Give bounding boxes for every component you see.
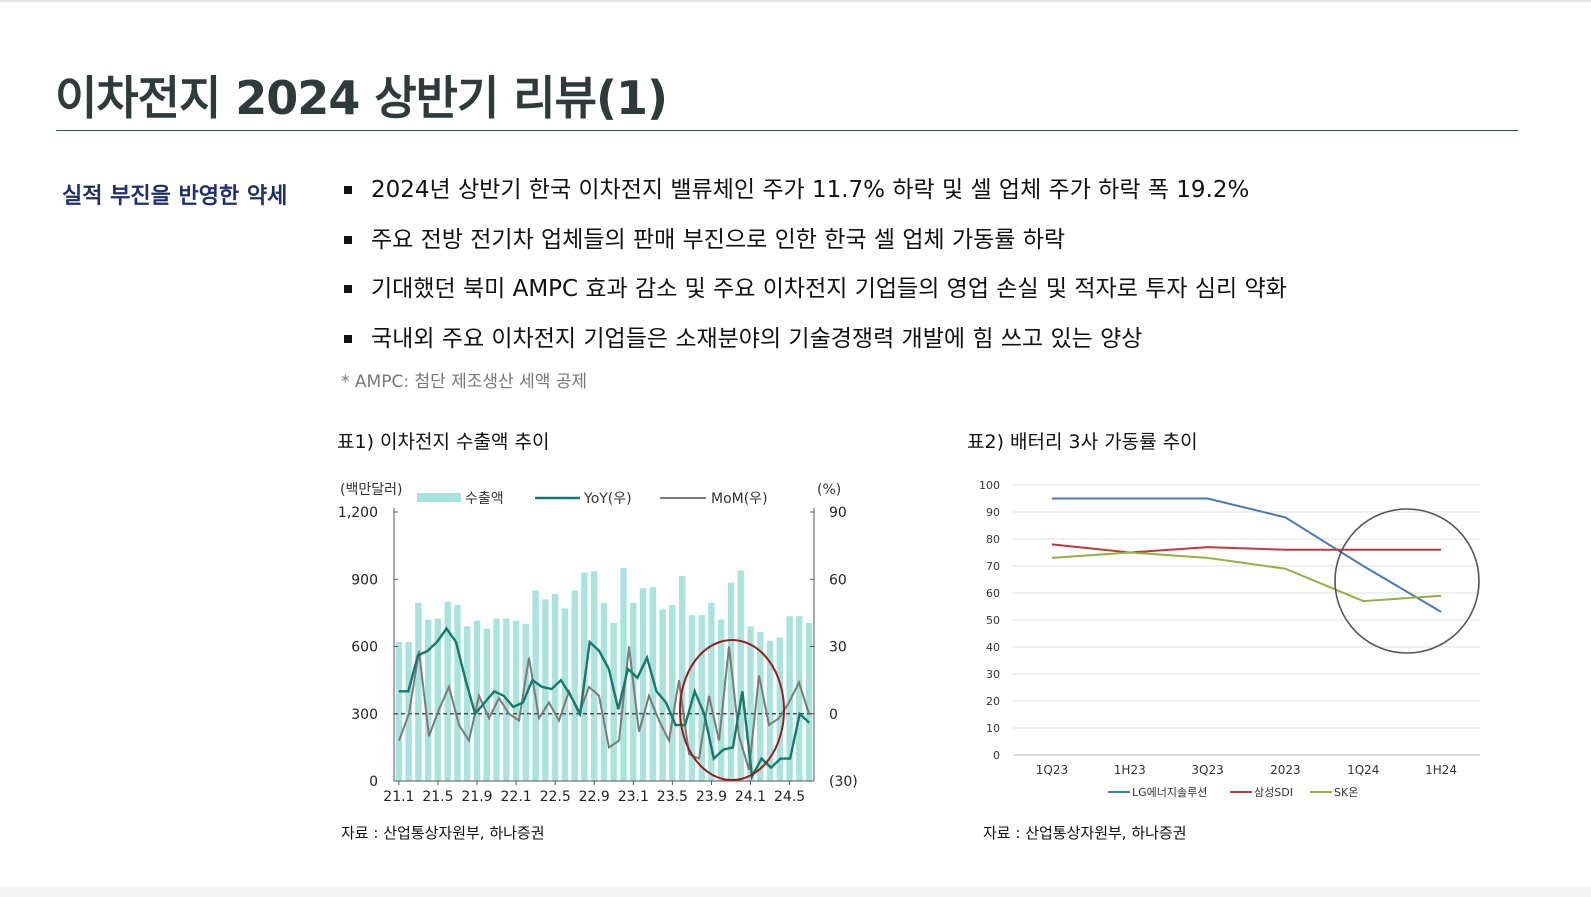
bullet-square-icon bbox=[344, 186, 352, 194]
utilization-chart: 0 10 20 30 40 50 60 70 80 90 100 1Q23 1H23 3Q23 2023 1Q… bbox=[979, 479, 1480, 799]
export-bar bbox=[669, 605, 676, 781]
export-chart: 0 300 600 900 1,200 (30) 0 30 60 90 21.1 21.5 21.9 22… bbox=[338, 482, 858, 805]
y-tick-label: 10 bbox=[986, 722, 1000, 735]
export-bar bbox=[600, 602, 608, 781]
x-tick-label: 1H23 bbox=[1114, 763, 1146, 777]
y-tick-label: 0 bbox=[993, 749, 1000, 762]
x-tick-label: 23.1 bbox=[618, 789, 649, 805]
legend-label: SK온 bbox=[1334, 786, 1358, 799]
bullet-square-icon bbox=[344, 235, 352, 244]
export-bar bbox=[796, 616, 803, 781]
y-tick-label: 60 bbox=[986, 587, 1000, 600]
bullet-item: 주요 전방 전기차 업체들의 판매 부진으로 인한 한국 셀 업체 가동률 하락 bbox=[340, 222, 1287, 272]
x-tick-label: 1Q24 bbox=[1347, 763, 1379, 777]
chart1-title: 표1) 이차전지 수출액 추이 bbox=[337, 431, 550, 453]
bullet-square-icon bbox=[344, 285, 352, 293]
x-tick-label: 22.1 bbox=[501, 789, 532, 805]
left-tick-label: 300 bbox=[351, 707, 378, 723]
highlight-circle bbox=[1334, 508, 1480, 654]
bullet-square-icon bbox=[344, 334, 352, 343]
export-bar bbox=[591, 571, 598, 781]
x-tick-label: 23.9 bbox=[696, 789, 727, 805]
export-bar bbox=[639, 588, 647, 781]
x-tick-label: 21.1 bbox=[383, 789, 414, 805]
x-tick-label: 21.9 bbox=[461, 789, 492, 805]
x-tick-label: 24.1 bbox=[735, 789, 766, 805]
right-tick-label: (30) bbox=[829, 774, 858, 790]
legend-exports-label: 수출액 bbox=[465, 491, 504, 507]
x-tick-label: 1H24 bbox=[1425, 763, 1457, 777]
left-tick-label: 0 bbox=[369, 774, 378, 790]
chart2-source: 자료 : 산업통상자원부, 하나증권 bbox=[983, 824, 1187, 842]
y-tick-label: 70 bbox=[986, 560, 1000, 573]
bottom-border bbox=[0, 887, 1591, 897]
bullet-list: 2024년 상반기 한국 이차전지 밸류체인 주가 11.7% 하락 및 셀 업… bbox=[340, 172, 1287, 370]
left-tick-label: 1,200 bbox=[338, 505, 378, 521]
bullet-text: 주요 전방 전기차 업체들의 판매 부진으로 인한 한국 셀 업체 가동률 하락 bbox=[371, 226, 1066, 253]
y-tick-label: 30 bbox=[986, 668, 1000, 681]
left-tick-label: 600 bbox=[351, 640, 378, 656]
export-bar bbox=[425, 619, 432, 781]
bullet-text: 국내외 주요 이차전지 기업들은 소재분야의 기술경쟁력 개발에 힘 쓰고 있는… bbox=[371, 325, 1143, 352]
legend-label: LG에너지솔루션 bbox=[1132, 786, 1207, 799]
bullet-item: 기대했던 북미 AMPC 효과 감소 및 주요 이차전지 기업들의 영업 손실 … bbox=[340, 271, 1287, 321]
section-label: 실적 부진을 반영한 약세 bbox=[62, 184, 288, 209]
x-tick-label: 21.5 bbox=[422, 789, 453, 805]
export-bar bbox=[678, 575, 686, 781]
legend-mom-label: MoM(우) bbox=[711, 491, 768, 507]
page-title: 이차전지 2024 상반기 리뷰(1) bbox=[55, 71, 668, 125]
bullet-item: 국내외 주요 이차전지 기업들은 소재분야의 기술경쟁력 개발에 힘 쓰고 있는… bbox=[340, 321, 1287, 371]
legend-label: 삼성SDI bbox=[1254, 786, 1293, 799]
x-tick-label: 22.9 bbox=[579, 789, 610, 805]
right-unit-label: (%) bbox=[817, 482, 841, 498]
bullet-text: 2024년 상반기 한국 이차전지 밸류체인 주가 11.7% 하락 및 셀 업… bbox=[371, 177, 1250, 203]
x-tick-label: 1Q23 bbox=[1036, 763, 1068, 777]
y-tick-label: 90 bbox=[986, 506, 1000, 519]
series-line bbox=[1051, 497, 1442, 613]
export-bar bbox=[512, 620, 520, 781]
legend-yoy-label: YoY(우) bbox=[583, 491, 632, 507]
y-tick-label: 50 bbox=[986, 614, 1000, 627]
bullet-text: 기대했던 북미 AMPC 효과 감소 및 주요 이차전지 기업들의 영업 손실 … bbox=[371, 276, 1287, 302]
export-bar bbox=[571, 590, 578, 781]
export-bar bbox=[542, 599, 549, 781]
legend-bar-swatch bbox=[417, 493, 461, 502]
export-bar bbox=[415, 602, 422, 781]
right-tick-label: 90 bbox=[829, 505, 847, 521]
x-tick-label: 3Q23 bbox=[1191, 763, 1223, 777]
export-bar bbox=[395, 642, 403, 781]
y-tick-label: 20 bbox=[986, 695, 1000, 708]
export-bar bbox=[454, 605, 461, 781]
x-tick-label: 2023 bbox=[1270, 763, 1301, 777]
y-tick-label: 80 bbox=[986, 533, 1000, 546]
title-underline bbox=[56, 130, 1518, 131]
right-tick-label: 0 bbox=[829, 707, 838, 723]
left-tick-label: 900 bbox=[351, 572, 378, 588]
x-tick-label: 22.5 bbox=[540, 789, 571, 805]
export-bar bbox=[464, 626, 471, 781]
left-unit-label: (백만달러) bbox=[340, 482, 402, 498]
y-tick-label: 40 bbox=[986, 641, 1000, 654]
right-tick-label: 30 bbox=[829, 640, 847, 656]
export-bar bbox=[483, 628, 490, 781]
series-line bbox=[1051, 543, 1442, 554]
bullet-item: 2024년 상반기 한국 이차전지 밸류체인 주가 11.7% 하락 및 셀 업… bbox=[340, 172, 1287, 222]
right-tick-label: 60 bbox=[829, 572, 847, 588]
chart2-title: 표2) 배터리 3사 가동률 추이 bbox=[967, 431, 1198, 453]
chart1-source: 자료 : 산업통상자원부, 하나증권 bbox=[341, 824, 545, 842]
top-border bbox=[0, 0, 1591, 2]
footnote: * AMPC: 첨단 제조생산 세액 공제 bbox=[341, 372, 588, 392]
export-bar bbox=[630, 602, 637, 781]
x-tick-label: 23.5 bbox=[657, 789, 688, 805]
x-tick-label: 24.5 bbox=[774, 789, 805, 805]
y-tick-label: 100 bbox=[979, 479, 1000, 492]
